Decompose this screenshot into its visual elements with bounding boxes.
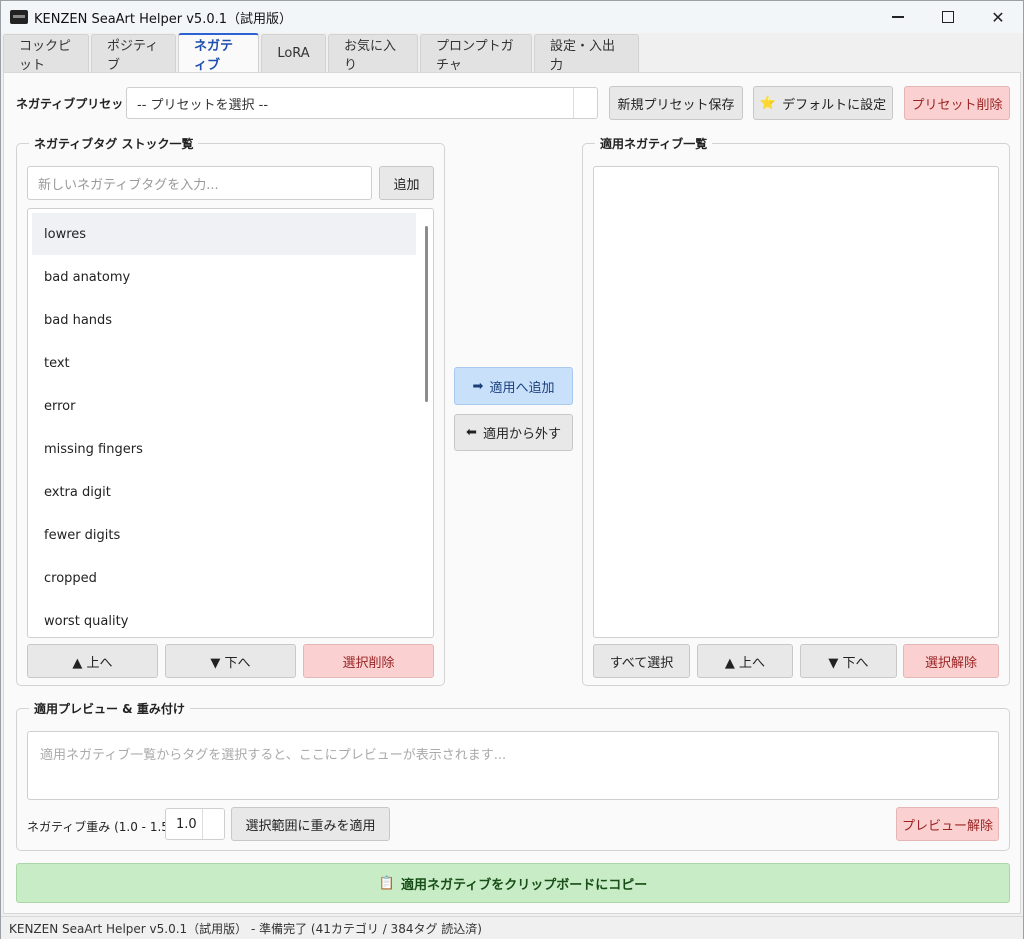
maximize-button[interactable] [923,1,973,33]
clipboard-icon: 📋 [378,875,395,891]
preset-label: ネガティブプリセット: [16,97,141,111]
add-to-applied-button[interactable]: ➡ 適用へ追加 [454,367,573,405]
stock-list[interactable]: lowres bad anatomy bad hands text error … [27,208,434,638]
clear-preview-button[interactable]: プレビュー解除 [896,807,999,841]
list-item[interactable]: bad hands [32,299,416,341]
tab-settings-io[interactable]: 設定・入出力 [534,34,639,73]
arrow-left-icon: ⬅ [466,425,477,440]
title-bar: KENZEN SeaArt Helper v5.0.1（試用版） ✕ [1,1,1023,33]
tab-prompt-gacha[interactable]: プロンプトガチャ [420,34,532,73]
deselect-button[interactable]: 選択解除 [903,644,999,678]
status-text: KENZEN SeaArt Helper v5.0.1（試用版） - 準備完了 … [9,922,482,936]
maximize-icon [942,11,954,23]
preview-group: 適用プレビュー & 重み付け 適用ネガティブ一覧からタグを選択すると、ここにプレ… [16,700,1010,851]
stock-list-scrollbar[interactable] [425,226,428,402]
applied-group: 適用ネガティブ一覧 すべて選択 ▲ 上へ ▼ 下へ 選択解除 [582,135,1010,686]
applied-down-button[interactable]: ▼ 下へ [800,644,897,678]
add-tag-button[interactable]: 追加 [379,166,434,200]
arrow-right-icon: ➡ [472,378,484,394]
window-controls: ✕ [873,1,1023,33]
weight-spinbox[interactable]: 1.0 [165,808,225,840]
list-item[interactable]: cropped [32,557,416,599]
preset-select[interactable]: -- プリセットを選択 -- [126,87,598,119]
tab-favorites[interactable]: お気に入り [328,34,418,73]
list-item[interactable]: error [32,385,416,427]
copy-to-clipboard-button[interactable]: 📋 適用ネガティブをクリップボードにコピー [16,863,1010,903]
preset-select-value: -- プリセットを選択 -- [137,97,269,113]
set-default-label: デフォルトに設定 [782,97,887,113]
add-to-applied-label: 適用へ追加 [489,380,555,396]
list-item[interactable]: text [32,342,416,384]
tab-lora[interactable]: LoRA [261,34,326,72]
applied-group-title: 適用ネガティブ一覧 [595,135,713,152]
new-tag-input[interactable]: 新しいネガティブタグを入力... [27,166,372,200]
list-item[interactable]: worst quality [32,600,416,637]
tab-negative[interactable]: ネガティブ [178,33,259,73]
tab-cockpit[interactable]: コックピット [3,34,89,73]
save-preset-button[interactable]: 新規プリセット保存 [609,86,743,120]
apply-weight-button[interactable]: 選択範囲に重みを適用 [231,807,390,841]
window-title: KENZEN SeaArt Helper v5.0.1（試用版） [34,11,293,27]
minimize-icon [892,16,904,18]
minimize-button[interactable] [873,1,923,33]
spin-arrows-icon[interactable] [202,809,224,839]
stock-delete-button[interactable]: 選択削除 [303,644,434,678]
star-icon: ⭐ [759,95,777,111]
stock-group-title: ネガティブタグ ストック一覧 [29,135,199,152]
status-bar: KENZEN SeaArt Helper v5.0.1（試用版） - 準備完了 … [1,916,1023,939]
applied-up-button[interactable]: ▲ 上へ [697,644,793,678]
copy-to-clipboard-label: 適用ネガティブをクリップボードにコピー [400,877,648,893]
set-default-button[interactable]: ⭐ デフォルトに設定 [753,86,893,120]
close-icon: ✕ [991,7,1005,27]
list-item[interactable]: missing fingers [32,428,416,470]
weight-label: ネガティブ重み (1.0 - 1.5): [27,820,178,834]
app-window: KENZEN SeaArt Helper v5.0.1（試用版） ✕ コックピッ… [0,0,1024,939]
new-tag-placeholder: 新しいネガティブタグを入力... [38,177,219,193]
preview-textarea[interactable]: 適用ネガティブ一覧からタグを選択すると、ここにプレビューが表示されます... [27,731,999,800]
stock-up-button[interactable]: ▲ 上へ [27,644,158,678]
dropdown-arrow-icon[interactable] [573,88,597,118]
list-item[interactable]: fewer digits [32,514,416,556]
weight-value: 1.0 [176,816,197,832]
app-logo-icon [10,10,28,24]
preview-placeholder: 適用ネガティブ一覧からタグを選択すると、ここにプレビューが表示されます... [40,748,507,763]
stock-down-button[interactable]: ▼ 下へ [165,644,296,678]
tab-positive[interactable]: ポジティブ [91,34,176,73]
close-button[interactable]: ✕ [973,1,1023,33]
select-all-button[interactable]: すべて選択 [593,644,690,678]
list-item[interactable]: bad anatomy [32,256,416,298]
negative-tab-panel: ネガティブプリセット: -- プリセットを選択 -- 新規プリセット保存 ⭐ デ… [3,72,1021,914]
delete-preset-button[interactable]: プリセット削除 [904,86,1010,120]
applied-list[interactable] [593,166,999,638]
list-item[interactable]: lowres [32,213,416,255]
stock-group: ネガティブタグ ストック一覧 新しいネガティブタグを入力... 追加 lowre… [16,135,445,686]
list-item[interactable]: extra digit [32,471,416,513]
remove-from-applied-label: 適用から外す [482,427,561,442]
preview-group-title: 適用プレビュー & 重み付け [29,700,190,717]
remove-from-applied-button[interactable]: ⬅ 適用から外す [454,414,573,451]
tab-bar: コックピット ポジティブ ネガティブ LoRA お気に入り プロンプトガチャ 設… [3,33,641,73]
